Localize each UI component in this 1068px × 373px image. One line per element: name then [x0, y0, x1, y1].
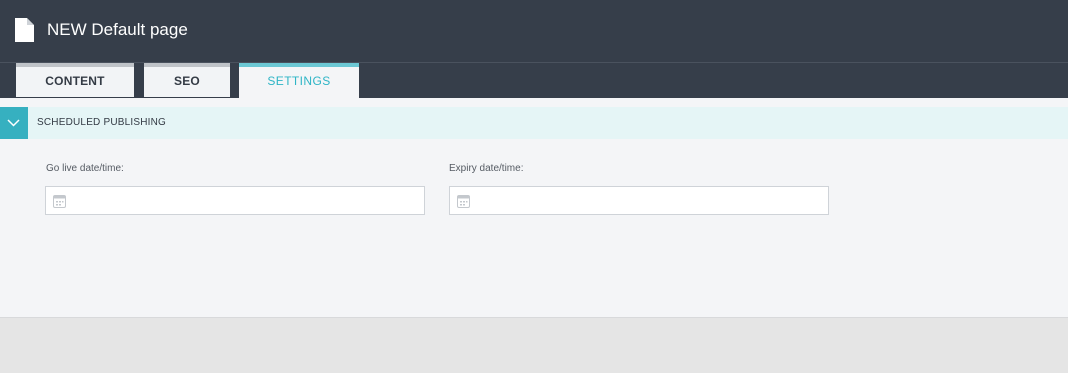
- tab-settings[interactable]: SETTINGS: [239, 63, 359, 98]
- header-bar: NEW Default page: [0, 0, 1068, 63]
- settings-panel: SCHEDULED PUBLISHING Go live date/time: …: [0, 98, 1068, 318]
- expiry-date-input[interactable]: [476, 187, 824, 214]
- expiry-date-field[interactable]: [449, 186, 829, 215]
- tab-bar: CONTENT SEO SETTINGS: [0, 63, 1068, 98]
- page-title[interactable]: NEW Default page: [47, 19, 188, 41]
- expiry-label: Expiry date/time:: [449, 163, 524, 174]
- document-icon: [15, 18, 34, 42]
- calendar-icon[interactable]: [53, 195, 66, 208]
- go-live-label: Go live date/time:: [46, 163, 124, 174]
- chevron-down-icon: [7, 119, 20, 127]
- calendar-icon[interactable]: [457, 195, 470, 208]
- tab-seo[interactable]: SEO: [144, 63, 230, 97]
- go-live-date-input[interactable]: [72, 187, 420, 214]
- go-live-date-field[interactable]: [45, 186, 425, 215]
- scheduled-publishing-header[interactable]: SCHEDULED PUBLISHING: [0, 107, 1068, 139]
- page: NEW Default page CONTENT SEO SETTINGS SC…: [0, 0, 1068, 373]
- tab-content[interactable]: CONTENT: [16, 63, 134, 97]
- section-title: SCHEDULED PUBLISHING: [37, 117, 167, 128]
- collapse-button[interactable]: [0, 107, 28, 139]
